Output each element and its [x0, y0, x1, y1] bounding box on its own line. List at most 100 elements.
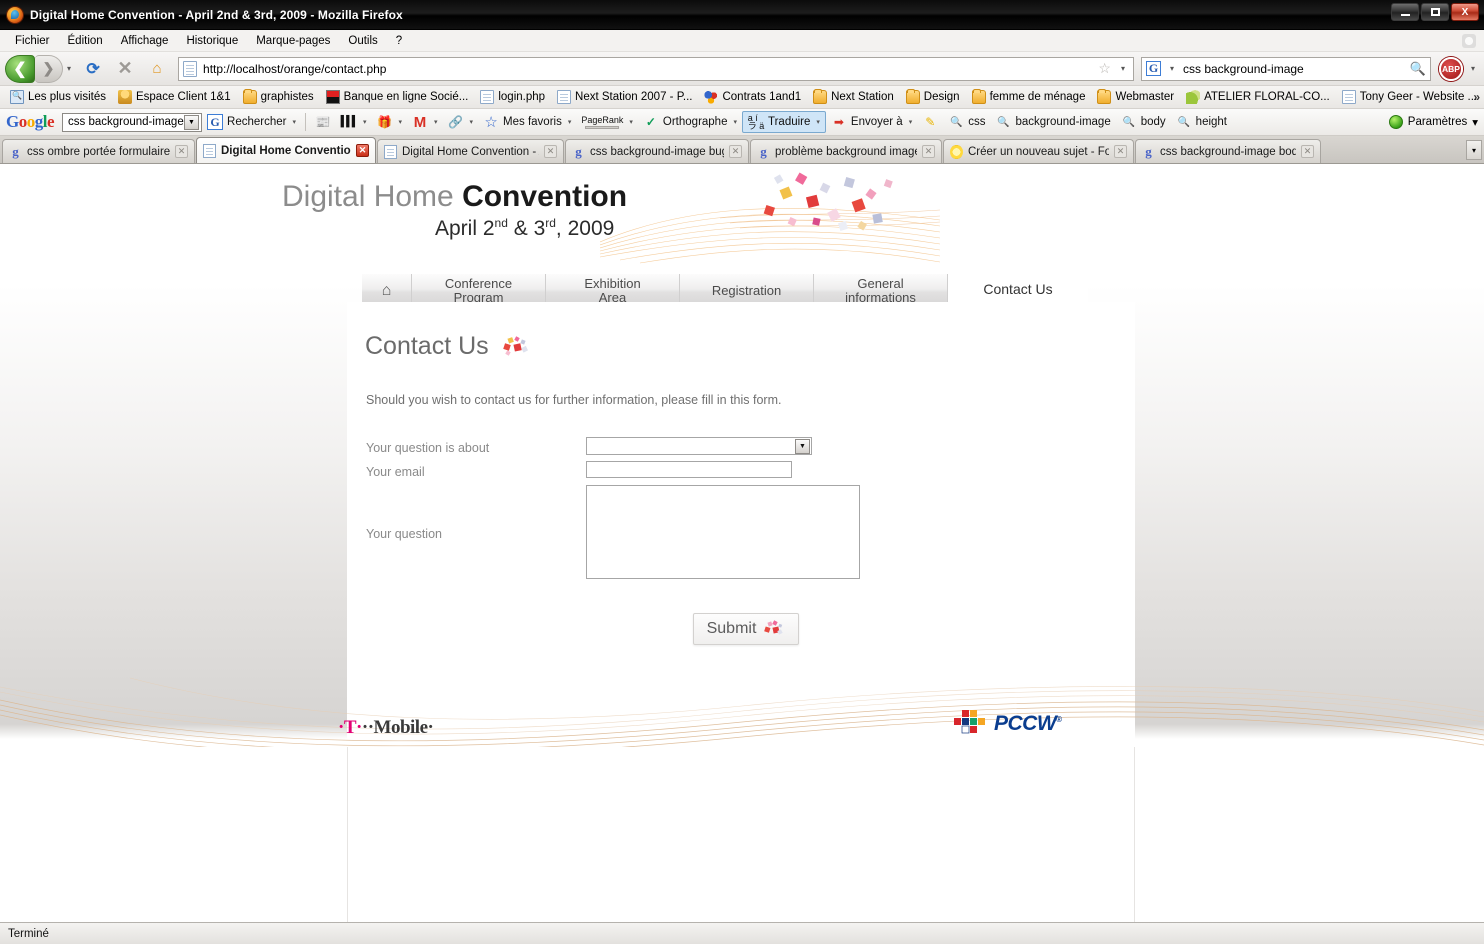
google-toolbar-link-button[interactable]: 🔗 ▾: [443, 112, 479, 132]
bookmark-item-8[interactable]: Design: [900, 89, 966, 105]
bookmark-item-12[interactable]: Tony Geer - Website ...: [1336, 89, 1483, 105]
highlight-term-height[interactable]: 🔍 height: [1171, 112, 1232, 132]
google-toolbar-barcode-button[interactable]: ▌▌▌ ▾: [336, 112, 372, 132]
chevron-down-icon[interactable]: ▾: [733, 118, 737, 126]
back-button[interactable]: ❮: [5, 54, 35, 83]
email-field[interactable]: [586, 461, 792, 478]
bookmark-item-0[interactable]: Les plus visités: [4, 89, 112, 105]
browser-tab-2[interactable]: Digital Home Convention - Apri... ✕: [377, 139, 564, 163]
close-icon[interactable]: ✕: [1301, 145, 1314, 158]
chevron-down-icon[interactable]: ▾: [1472, 115, 1478, 129]
search-engine-icon[interactable]: G: [1145, 61, 1161, 76]
minimize-button[interactable]: [1391, 3, 1419, 21]
close-icon[interactable]: ✕: [175, 145, 188, 158]
browser-tab-4[interactable]: g problème background image a... ✕: [750, 139, 942, 163]
browser-tab-6[interactable]: g css background-image body h... ✕: [1135, 139, 1321, 163]
menu-item-affichage[interactable]: Affichage: [112, 33, 178, 49]
back-arrow-icon: ❮: [13, 60, 27, 78]
subject-select[interactable]: ▼: [586, 437, 812, 455]
bookmark-item-3[interactable]: Banque en ligne Socié...: [320, 89, 475, 105]
google-toolbar-pagerank-button[interactable]: PageRank ▾: [576, 114, 638, 131]
doc-icon: [384, 144, 397, 159]
bookmark-item-5[interactable]: Next Station 2007 - P...: [551, 89, 698, 105]
forward-button[interactable]: ❯: [35, 54, 63, 83]
google-toolbar-search-button[interactable]: G Rechercher ▾: [202, 112, 301, 132]
highlight-term-body[interactable]: 🔍 body: [1116, 112, 1171, 132]
menu-item-historique[interactable]: Historique: [177, 33, 247, 49]
chevron-down-icon[interactable]: ▾: [629, 118, 633, 126]
browser-tab-5[interactable]: Créer un nouveau sujet - Foru... ✕: [943, 139, 1134, 163]
google-toolbar-search-dropdown-icon[interactable]: ▼: [184, 114, 200, 130]
chevron-down-icon[interactable]: ▾: [363, 118, 367, 126]
bookmark-star-icon[interactable]: ☆: [1098, 60, 1111, 77]
chevron-down-icon[interactable]: ▾: [909, 118, 913, 126]
bookmark-item-2[interactable]: graphistes: [237, 89, 320, 105]
question-textarea[interactable]: [586, 485, 860, 579]
close-icon[interactable]: ✕: [922, 145, 935, 158]
browser-tab-0[interactable]: g css ombre portée formulaire in... ✕: [2, 139, 195, 163]
chevron-down-icon[interactable]: ▾: [568, 118, 572, 126]
browser-tab-3[interactable]: g css background-image bug fire... ✕: [565, 139, 749, 163]
bookmark-item-11[interactable]: ATELIER FLORAL-CO...: [1180, 89, 1336, 105]
chevron-down-icon[interactable]: ▾: [470, 118, 474, 126]
label-question-about: Your question is about: [366, 441, 490, 455]
highlight-term-background-image[interactable]: 🔍 background-image: [990, 112, 1115, 132]
bookmark-item-7[interactable]: Next Station: [807, 89, 900, 105]
bookmarks-overflow-icon[interactable]: »: [1473, 90, 1480, 104]
adblock-plus-button[interactable]: ABP: [1438, 56, 1463, 81]
menu-item-help[interactable]: ?: [387, 33, 411, 49]
highlight-term-css[interactable]: 🔍 css: [943, 112, 990, 132]
menu-extension-icon[interactable]: [1462, 34, 1476, 48]
google-toolbar-sendto-button[interactable]: ➡ Envoyer à ▾: [826, 112, 917, 132]
google-toolbar-settings[interactable]: Paramètres ▾: [1388, 115, 1478, 129]
menu-item-marque-pages[interactable]: Marque-pages: [247, 33, 339, 49]
chevron-down-icon[interactable]: ▾: [292, 118, 296, 126]
menu-item-fichier[interactable]: Fichier: [6, 33, 59, 49]
search-engine-dropdown-icon[interactable]: ▾: [1166, 64, 1178, 73]
toolbar-overflow-icon[interactable]: ▾: [1467, 64, 1479, 73]
close-icon[interactable]: ✕: [729, 145, 742, 158]
close-icon[interactable]: ✕: [356, 144, 369, 157]
search-bar[interactable]: G ▾ css background-image 🔍: [1140, 56, 1431, 81]
search-magnifier-icon[interactable]: 🔍: [1410, 61, 1426, 77]
google-toolbar-search-input[interactable]: css background-image ▼: [62, 112, 203, 132]
chevron-down-icon[interactable]: ▾: [399, 118, 403, 126]
chevron-down-icon[interactable]: ▾: [816, 118, 820, 126]
bookmark-item-9[interactable]: femme de ménage: [966, 89, 1092, 105]
google-toolbar-gmail-button[interactable]: M ▾: [407, 112, 443, 132]
google-toolbar-news-button[interactable]: 📰: [310, 112, 336, 132]
bookmark-item-10[interactable]: Webmaster: [1091, 89, 1180, 105]
reload-button[interactable]: ⟳: [80, 56, 106, 82]
menu-item-outils[interactable]: Outils: [339, 33, 386, 49]
search-input[interactable]: css background-image: [1183, 62, 1405, 76]
close-icon[interactable]: ✕: [544, 145, 557, 158]
close-button[interactable]: X: [1451, 3, 1479, 21]
bookmark-item-6[interactable]: Contrats 1and1: [698, 89, 807, 105]
home-button[interactable]: ⌂: [144, 56, 170, 82]
submit-button[interactable]: Submit: [692, 613, 799, 645]
brand-light: Digital Home: [282, 180, 463, 213]
maximize-button[interactable]: [1421, 3, 1449, 21]
menu-item-edition[interactable]: Édition: [59, 33, 112, 49]
browser-tab-1[interactable]: Digital Home Convention ... ✕: [196, 137, 376, 163]
url-dropdown-icon[interactable]: ▾: [1117, 64, 1129, 73]
google-toolbar-favorites-button[interactable]: ☆ Mes favoris ▾: [478, 112, 576, 132]
status-ball-icon: [1388, 115, 1403, 129]
url-input[interactable]: http://localhost/orange/contact.php: [203, 62, 1092, 76]
history-dropdown-icon[interactable]: ▾: [63, 64, 75, 73]
google-toolbar-spellcheck-button[interactable]: ✓ Orthographe ▾: [638, 112, 742, 132]
tab-list-button[interactable]: ▾: [1466, 140, 1482, 160]
google-toolbar-highlighter-button[interactable]: ✎: [917, 112, 943, 132]
google-toolbar-translate-button[interactable]: a íラ ä Traduire ▾: [742, 111, 826, 133]
google-toolbar-bookmarks-button[interactable]: 🎁 ▾: [372, 112, 408, 132]
bookmark-item-4[interactable]: login.php: [474, 89, 551, 105]
bookmark-item-1[interactable]: Espace Client 1&1: [112, 89, 237, 105]
chevron-down-icon[interactable]: ▼: [795, 438, 810, 454]
bookmark-label: ATELIER FLORAL-CO...: [1204, 91, 1330, 103]
url-bar[interactable]: http://localhost/orange/contact.php ☆ ▾: [178, 56, 1134, 81]
pagerank-icon: PageRank: [581, 115, 623, 129]
chevron-down-icon[interactable]: ▾: [434, 118, 438, 126]
content-heading-text: Contact Us: [365, 332, 489, 360]
stop-button[interactable]: ✕: [112, 56, 138, 82]
close-icon[interactable]: ✕: [1114, 145, 1127, 158]
